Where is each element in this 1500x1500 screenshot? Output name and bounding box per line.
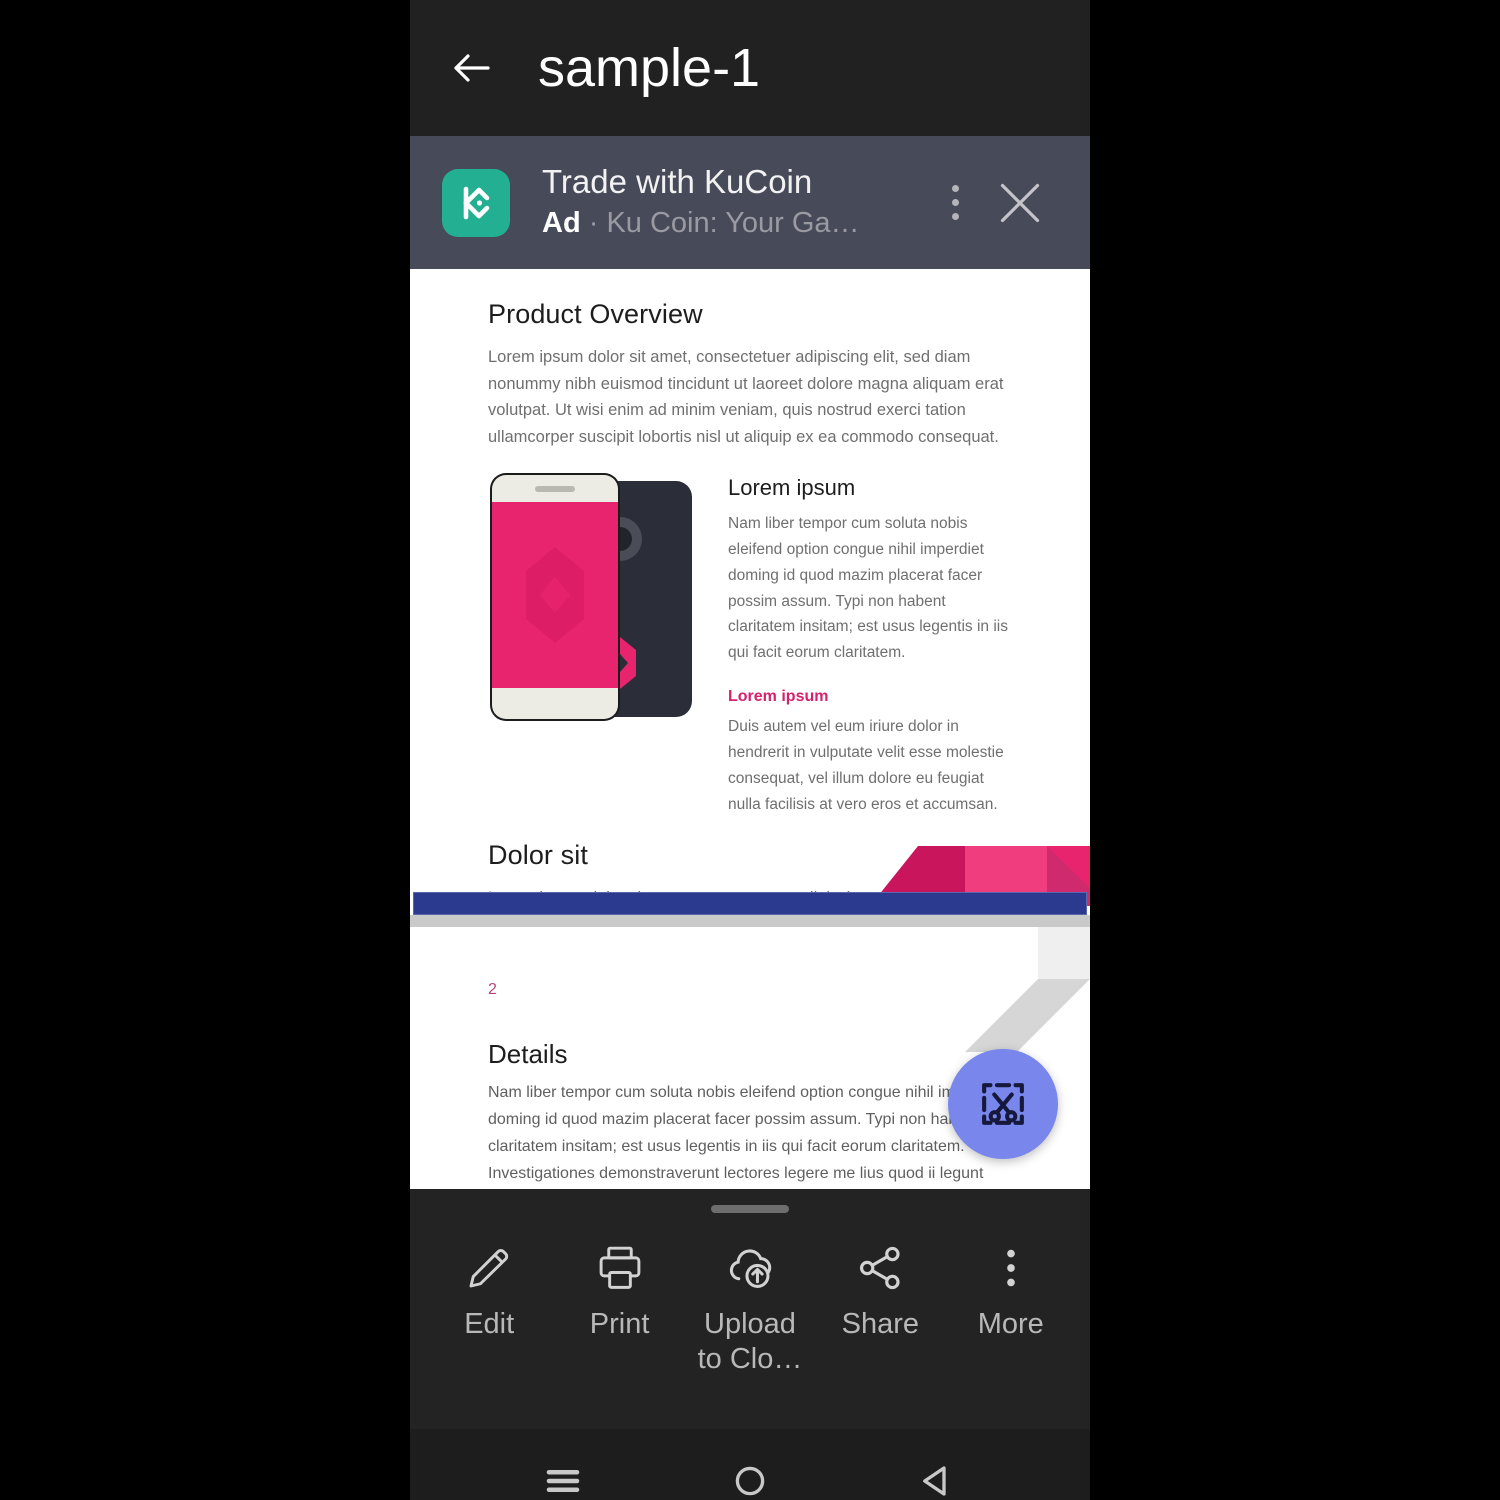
action-share[interactable]: Share (816, 1239, 944, 1342)
column-subparagraph: Duis autem vel eum iriure dolor in hendr… (728, 718, 1004, 813)
recents-menu-icon[interactable] (528, 1446, 598, 1500)
column-heading: Lorem ipsum (728, 474, 856, 500)
close-icon[interactable] (990, 173, 1050, 233)
action-list: Edit Print Upload to Clo… Share More (410, 1239, 1090, 1377)
action-label: Share (841, 1308, 920, 1340)
ad-headline: Trade with KuCoin (542, 162, 813, 200)
grey-corner-graphic (965, 927, 1090, 1052)
page-number: 2 (488, 981, 497, 998)
overflow-menu-icon (984, 1239, 1038, 1297)
action-more[interactable]: More (947, 1239, 1075, 1342)
back-arrow-icon[interactable] (448, 44, 496, 92)
brand-diamond-icon (526, 546, 584, 643)
overflow-menu-icon[interactable] (932, 185, 978, 220)
column-paragraph: Nam liber tempor cum soluta nobis eleife… (728, 514, 1008, 662)
back-triangle-icon[interactable] (902, 1446, 972, 1500)
dot (951, 199, 959, 206)
cloud-upload-icon (722, 1239, 778, 1297)
ad-advertiser: Ku Coin: Your Ga… (606, 206, 860, 239)
document-viewer[interactable]: Product Overview Lorem ipsum dolor sit a… (410, 269, 1090, 1189)
action-label: Edit (464, 1308, 515, 1340)
blue-footer-bar (413, 892, 1087, 915)
details-paragraph: Nam liber tempor cum soluta nobis eleife… (488, 1084, 1004, 1182)
phone-screen-graphic (492, 501, 618, 688)
action-print[interactable]: Print (556, 1239, 684, 1342)
document-page-1[interactable]: Product Overview Lorem ipsum dolor sit a… (410, 269, 1090, 915)
column-subheading: Lorem ipsum (728, 688, 829, 706)
kucoin-logo-icon (442, 168, 510, 237)
action-upload-to-cloud[interactable]: Upload to Clo… (686, 1239, 814, 1377)
ad-text-block: Trade with KuCoin Ad · Ku Coin: Your Ga… (542, 163, 932, 243)
action-label: More (977, 1308, 1044, 1340)
page-separator (410, 915, 1090, 927)
action-label: Upload to Clo… (697, 1308, 803, 1375)
ad-separator: · (580, 206, 607, 239)
crop-scissors-icon (982, 1083, 1024, 1125)
right-column: Lorem ipsum Nam liber tempor cum soluta … (728, 473, 1012, 818)
dot (951, 185, 959, 192)
section-title-details: Details (488, 1039, 568, 1069)
dot (951, 213, 959, 220)
home-circle-icon[interactable] (715, 1446, 785, 1500)
action-edit[interactable]: Edit (425, 1239, 553, 1342)
action-bottom-sheet[interactable]: Edit Print Upload to Clo… Share More (410, 1189, 1090, 1429)
two-column-block: Lorem ipsum Nam liber tempor cum soluta … (488, 472, 1012, 818)
android-navigation-bar (410, 1429, 1090, 1500)
action-label: Print (589, 1308, 650, 1340)
intro-paragraph: Lorem ipsum dolor sit amet, consectetuer… (488, 348, 1004, 447)
drag-handle[interactable] (711, 1205, 789, 1213)
phone-front-shell (490, 472, 620, 721)
share-icon (853, 1239, 907, 1297)
ad-subline: Ad · Ku Coin: Your Ga… (542, 205, 932, 243)
ad-banner[interactable]: Trade with KuCoin Ad · Ku Coin: Your Ga… (410, 136, 1090, 269)
crop-fab-button[interactable] (948, 1049, 1058, 1159)
printer-icon (593, 1239, 647, 1297)
phone-speaker (535, 485, 575, 492)
page-title: sample-1 (538, 38, 761, 98)
section-title-product-overview: Product Overview (488, 299, 703, 329)
smartphone-product-illustration (488, 472, 698, 721)
pencil-icon (462, 1239, 516, 1297)
app-title-bar: sample-1 (410, 0, 1090, 136)
phone-screen: sample-1 Trade with KuCoin Ad · Ku Coin:… (410, 0, 1090, 1500)
ad-badge: Ad (542, 206, 581, 239)
